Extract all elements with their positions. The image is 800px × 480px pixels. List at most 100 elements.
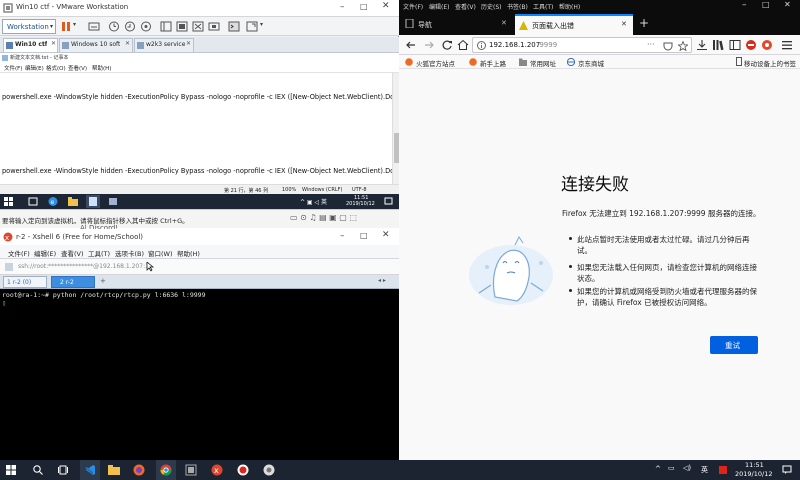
tab-r-2[interactable]: 2 r-2 — [51, 276, 95, 288]
antivirus-icon[interactable] — [718, 465, 728, 475]
home-icon[interactable] — [457, 39, 469, 51]
input-language[interactable]: 英 — [701, 465, 708, 475]
maximize-button[interactable]: □ — [762, 0, 770, 9]
menu-tools[interactable]: 工具(T) — [533, 2, 553, 11]
file-explorer-icon[interactable] — [108, 464, 120, 476]
menu-view[interactable]: 查看(V) — [455, 2, 476, 11]
terminal-view-icon[interactable] — [228, 21, 240, 32]
clock-date[interactable]: 2019/10/12 — [735, 470, 772, 478]
library-icon[interactable] — [712, 39, 724, 51]
send-keys-icon[interactable] — [88, 21, 100, 32]
close-button[interactable]: ✕ — [784, 0, 791, 9]
reload-icon[interactable] — [441, 39, 453, 51]
notepad-line-1[interactable]: powershell.exe -WindowStyle hidden -Exec… — [2, 93, 392, 101]
menu-history[interactable]: 历史(S) — [481, 2, 502, 11]
bookmark-jd-mall[interactable]: 京东商城 — [567, 56, 613, 68]
xshell-task-icon[interactable]: x — [211, 464, 223, 476]
close-button[interactable]: ✕ — [382, 230, 390, 240]
workstation-menu-button[interactable]: Workstation ▾ — [2, 19, 56, 34]
close-button[interactable]: ✕ — [382, 1, 390, 11]
volume-icon[interactable]: ◁) — [683, 464, 691, 472]
device-status-icons[interactable]: ▭ ⊙ ♫ ▤ ▣ ▢ ⬚ — [290, 213, 357, 222]
menu-edit[interactable]: 编辑(E) — [25, 64, 44, 72]
task-view-icon[interactable] — [58, 465, 68, 475]
minimize-button[interactable]: – — [340, 2, 345, 12]
minimize-button[interactable]: – — [742, 0, 747, 10]
bookmark-getting-started[interactable]: 新手上路 — [469, 56, 515, 68]
extension-icon[interactable] — [761, 39, 773, 51]
console-view-icon[interactable] — [176, 21, 188, 32]
menu-bookmarks[interactable]: 书签(B) — [507, 2, 528, 11]
menu-edit[interactable]: 编辑(E) — [34, 248, 56, 258]
menu-help[interactable]: 帮助(H) — [177, 248, 200, 258]
minimize-button[interactable]: – — [340, 231, 345, 241]
windows-start-icon[interactable] — [6, 465, 16, 475]
page-actions-icon[interactable]: ··· — [647, 40, 655, 49]
task-view-icon[interactable] — [28, 197, 38, 206]
info-icon[interactable] — [477, 41, 486, 50]
menu-file[interactable]: 文件(F) — [4, 64, 22, 72]
vscode-icon[interactable] — [84, 464, 96, 476]
app-task-icon[interactable] — [263, 464, 275, 476]
bookmark-common-sites[interactable]: 常用网址 — [519, 56, 563, 68]
maximize-button[interactable]: □ — [360, 2, 368, 11]
tab-r-2-0[interactable]: 1 r-2 (0) — [3, 276, 47, 288]
vmware-task-icon[interactable] — [185, 464, 197, 476]
new-tab-button[interactable]: + — [100, 277, 106, 285]
downloads-icon[interactable] — [696, 39, 708, 51]
edge-icon[interactable]: e — [48, 196, 58, 207]
forward-arrow-icon[interactable] — [423, 39, 435, 51]
windows-start-icon[interactable] — [4, 197, 13, 206]
record-icon[interactable] — [237, 464, 249, 476]
snapshot-icon[interactable] — [108, 21, 120, 32]
bookmark-star-icon[interactable] — [678, 41, 688, 51]
mobile-bookmarks[interactable]: 移动设备上的书签 — [736, 56, 800, 68]
adblock-icon[interactable] — [745, 39, 757, 51]
menu-help[interactable]: 帮助(H) — [92, 64, 111, 72]
library-view-icon[interactable] — [160, 21, 172, 32]
tab-win10-ctf[interactable]: Win10 ctf ✕ — [3, 38, 58, 52]
close-tab-icon[interactable]: ✕ — [186, 40, 191, 47]
menu-tools[interactable]: 工具(T) — [88, 248, 110, 258]
close-tab-icon[interactable]: ✕ — [51, 40, 56, 47]
hamburger-menu-icon[interactable] — [781, 39, 793, 51]
notification-icon[interactable] — [782, 465, 792, 475]
back-arrow-icon[interactable] — [405, 39, 417, 51]
tab-nav-arrows[interactable]: ◂ ▸ — [378, 277, 386, 284]
revert-snapshot-icon[interactable] — [124, 21, 136, 32]
tab-load-error[interactable]: 页面载入出错 ✕ — [515, 14, 633, 35]
fullscreen-icon[interactable] — [192, 21, 204, 32]
notification-icon[interactable] — [384, 197, 393, 206]
unity-icon[interactable] — [208, 21, 220, 32]
tab-w2k3-service[interactable]: w2k3 service ✕ — [134, 38, 194, 52]
search-icon[interactable] — [33, 465, 43, 475]
maximize-button[interactable]: □ — [360, 231, 368, 240]
sidebar-icon[interactable] — [729, 39, 741, 51]
close-tab-icon[interactable]: ✕ — [621, 20, 627, 28]
stretch-icon[interactable] — [246, 21, 258, 32]
close-tab-icon[interactable]: ✕ — [501, 19, 507, 27]
pocket-icon[interactable] — [663, 41, 673, 51]
app-task-icon[interactable] — [108, 197, 118, 206]
retry-button[interactable]: 重试 — [710, 336, 758, 354]
menu-tabs[interactable]: 选项卡(B) — [115, 248, 144, 258]
menu-edit[interactable]: 编辑(E) — [429, 2, 449, 11]
address-input[interactable]: ssh://root:***************@192.168.1.207… — [18, 263, 148, 270]
url-bar[interactable]: 192.168.1.207 :9999 ··· — [472, 37, 692, 53]
snapshot-manager-icon[interactable] — [140, 21, 152, 32]
notepad-line-2[interactable]: powershell.exe -WindowStyle hidden -Exec… — [2, 167, 392, 175]
menu-format[interactable]: 格式(O) — [46, 64, 66, 72]
guest-screen[interactable]: 新建文本文档.txt - 记事本 文件(F) 编辑(E) 格式(O) 查看(V)… — [0, 53, 399, 209]
pause-icon[interactable] — [60, 21, 72, 32]
menu-help[interactable]: 帮助(H) — [559, 2, 580, 11]
notepad-scrollbar[interactable] — [392, 73, 399, 184]
menu-file[interactable]: 文件(F) — [403, 2, 423, 11]
tray-overflow-icon[interactable]: ^ — [655, 465, 661, 473]
menu-view[interactable]: 查看(V) — [68, 64, 87, 72]
new-tab-button[interactable]: + — [639, 16, 649, 30]
menu-view[interactable]: 查看(V) — [61, 248, 84, 258]
tab-windows-10-soft[interactable]: Windows 10 soft ✕ — [59, 38, 133, 52]
network-icon[interactable]: ▭ — [668, 464, 675, 472]
notepad-task-icon[interactable] — [88, 197, 98, 206]
tab-navigation[interactable]: 导航 ✕ — [401, 14, 511, 35]
